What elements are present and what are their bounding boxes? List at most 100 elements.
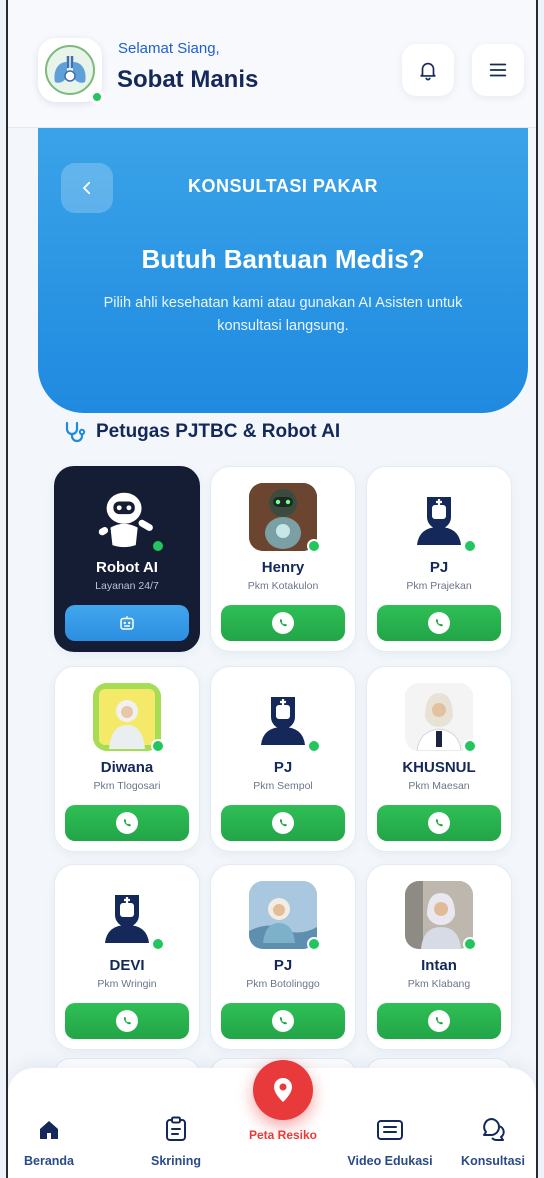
consultant-location: Pkm Maesan — [408, 780, 470, 792]
whatsapp-button[interactable] — [377, 605, 501, 641]
top-header: Selamat Siang, Sobat Manis — [8, 0, 536, 128]
hero-description: Pilih ahli kesehatan kami atau gunakan A… — [103, 295, 463, 334]
nav-item-video-edukasi[interactable]: Video Edukasi — [345, 1112, 435, 1168]
consultant-card[interactable]: KHUSNUL Pkm Maesan — [366, 666, 512, 852]
bell-icon — [420, 62, 436, 81]
consultant-location: Pkm Sempol — [253, 780, 313, 792]
greeting-text: Selamat Siang, — [118, 40, 220, 57]
section-title: Petugas PJTBC & Robot AI — [96, 421, 341, 442]
whatsapp-button[interactable] — [65, 805, 189, 841]
chat-icon — [483, 1118, 505, 1141]
avatar — [249, 683, 317, 751]
nav-item-konsultasi[interactable]: Konsultasi — [448, 1112, 536, 1168]
person-photo-icon — [249, 881, 317, 949]
consultant-location: Pkm Wringin — [97, 978, 157, 990]
avatar — [93, 881, 161, 949]
consultant-card[interactable]: PJ Pkm Sempol — [210, 666, 356, 852]
person-photo-icon — [405, 881, 473, 949]
nav-item-beranda[interactable]: Beranda — [8, 1112, 94, 1168]
whatsapp-button[interactable] — [221, 605, 345, 641]
nav-label-active: Peta Resiko — [248, 1128, 318, 1142]
consultant-card[interactable]: Henry Pkm Kotakulon — [210, 466, 356, 652]
online-indicator — [463, 739, 477, 753]
whatsapp-icon — [272, 1010, 294, 1032]
consultant-name: Robot AI — [96, 559, 158, 576]
whatsapp-button[interactable] — [221, 805, 345, 841]
online-indicator — [307, 739, 321, 753]
section-header: Petugas PJTBC & Robot AI — [62, 420, 340, 444]
robot-photo-icon — [249, 483, 317, 551]
bottom-navigation: Beranda Skrining Peta Resiko Video Eduka… — [8, 1060, 536, 1178]
whatsapp-icon — [272, 812, 294, 834]
online-indicator — [463, 937, 477, 951]
consultant-name: Diwana — [100, 759, 154, 776]
app-logo — [38, 38, 104, 104]
nav-label: Konsultasi — [461, 1154, 525, 1168]
whatsapp-icon — [272, 612, 294, 634]
online-indicator — [307, 539, 321, 553]
avatar-photo — [93, 683, 161, 751]
online-indicator — [90, 90, 104, 104]
consultant-card[interactable]: PJ Pkm Botolinggo — [210, 864, 356, 1050]
username-text: Sobat Manis — [117, 66, 259, 93]
whatsapp-icon — [428, 1010, 450, 1032]
consultant-name: KHUSNUL — [402, 759, 476, 776]
consultant-name: Henry — [261, 559, 305, 576]
page-title: KONSULTASI PAKAR — [188, 176, 378, 196]
consultant-name: PJ — [273, 957, 293, 974]
consultant-name: DEVI — [109, 957, 145, 974]
whatsapp-icon — [428, 612, 450, 634]
person-photo-icon — [93, 683, 161, 751]
consultant-card[interactable]: Diwana Pkm Tlogosari — [54, 666, 200, 852]
map-pin-icon — [274, 1078, 292, 1102]
online-indicator — [463, 539, 477, 553]
consultant-location: Pkm Botolinggo — [246, 978, 320, 990]
nav-label: Skrining — [150, 1154, 201, 1168]
app-frame: Selamat Siang, Sobat Manis KONSULTASI PA… — [6, 0, 538, 1178]
consultant-card[interactable]: PJ Pkm Prajekan — [366, 466, 512, 652]
whatsapp-button[interactable] — [377, 805, 501, 841]
consultant-location: Pkm Klabang — [407, 978, 471, 990]
notification-button[interactable] — [402, 44, 454, 96]
avatar-photo — [249, 881, 317, 949]
video-list-icon — [377, 1120, 403, 1140]
clipboard-icon — [166, 1116, 186, 1141]
online-indicator — [151, 739, 165, 753]
person-photo-icon — [405, 683, 473, 751]
robot-chat-button[interactable] — [65, 605, 189, 641]
nav-label: Video Edukasi — [347, 1154, 433, 1168]
consultant-card[interactable]: Intan Pkm Klabang — [366, 864, 512, 1050]
consultant-card-robot-ai[interactable]: Robot AI Layanan 24/7 — [54, 466, 200, 652]
nav-item-skrining[interactable]: Skrining — [131, 1112, 221, 1168]
whatsapp-icon — [428, 812, 450, 834]
nurse-icon — [105, 895, 149, 943]
consultant-name: PJ — [273, 759, 293, 776]
consultant-location: Pkm Kotakulon — [247, 580, 319, 592]
nav-label: Beranda — [23, 1154, 75, 1168]
whatsapp-button[interactable] — [377, 1003, 501, 1039]
hero-banner: KONSULTASI PAKAR Butuh Bantuan Medis? Pi… — [38, 128, 528, 413]
online-indicator — [307, 937, 321, 951]
nurse-icon — [261, 697, 305, 745]
consultant-location: Layanan 24/7 — [95, 580, 159, 592]
avatar-photo — [249, 483, 317, 551]
avatar-photo — [405, 683, 473, 751]
consultant-name: Intan — [421, 957, 457, 974]
whatsapp-button[interactable] — [221, 1003, 345, 1039]
menu-button[interactable] — [472, 44, 524, 96]
robot-chat-icon — [120, 616, 134, 630]
nurse-icon — [417, 497, 461, 545]
whatsapp-button[interactable] — [65, 1003, 189, 1039]
avatar — [405, 483, 473, 551]
consultant-card[interactable]: DEVI Pkm Wringin — [54, 864, 200, 1050]
robot-icon — [98, 492, 153, 548]
whatsapp-icon — [116, 1010, 138, 1032]
online-indicator — [151, 539, 165, 553]
consultant-name: PJ — [429, 559, 449, 576]
stethoscope-icon — [65, 421, 86, 443]
nav-item-peta-resiko[interactable] — [253, 1060, 313, 1120]
home-icon — [40, 1121, 58, 1139]
online-indicator — [151, 937, 165, 951]
avatar — [93, 483, 161, 551]
avatar-photo — [405, 881, 473, 949]
